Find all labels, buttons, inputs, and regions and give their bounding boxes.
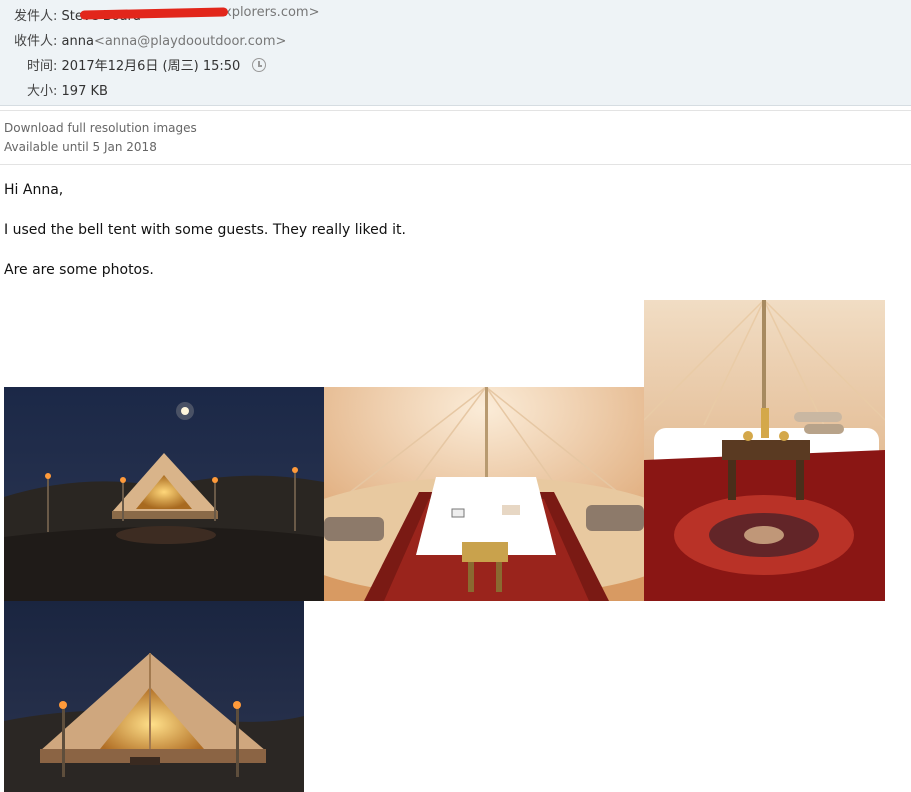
- greeting-text: Hi Anna,: [4, 182, 64, 198]
- tent-interior-bed-photo[interactable]: [324, 387, 644, 601]
- download-link[interactable]: Download full resolution images: [4, 121, 197, 135]
- email-header: 发件人: Steve Board xplorers.com> 收件人: anna…: [0, 0, 911, 106]
- size-value: 197 KB: [61, 84, 108, 99]
- redaction-mark: [79, 7, 229, 20]
- from-label: 发件人:: [14, 9, 58, 24]
- divider: [0, 164, 911, 165]
- availability-note: Available until 5 Jan 2018: [4, 140, 157, 154]
- clock-icon[interactable]: [252, 58, 267, 72]
- time-label: 时间:: [27, 59, 58, 74]
- time-row: 时间: 2017年12月6日 (周三) 15:50: [27, 55, 267, 74]
- size-row: 大小: 197 KB: [27, 80, 108, 99]
- sender-address[interactable]: xplorers.com>: [224, 5, 319, 20]
- message-line: I used the bell tent with some guests. T…: [4, 222, 406, 238]
- tent-interior-rug-photo[interactable]: [644, 300, 885, 601]
- divider: [0, 110, 911, 111]
- night-tent-closeup-photo[interactable]: [4, 601, 304, 792]
- message-line: Are are some photos.: [4, 262, 154, 278]
- recipient-address[interactable]: <anna@playdooutdoor.com>: [94, 34, 286, 49]
- recipient-name[interactable]: anna: [62, 34, 94, 49]
- to-label: 收件人:: [14, 34, 58, 49]
- night-desert-tent-photo[interactable]: [4, 387, 324, 601]
- time-value: 2017年12月6日 (周三) 15:50: [61, 59, 241, 74]
- to-row: 收件人: anna<anna@playdooutdoor.com>: [14, 30, 286, 49]
- size-label: 大小:: [27, 84, 58, 99]
